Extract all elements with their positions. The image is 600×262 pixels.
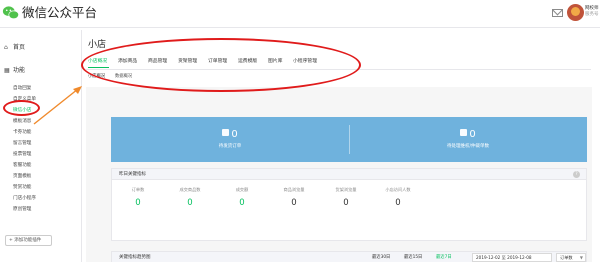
sidebar-item-home[interactable]: ⌂ 首页: [4, 42, 25, 54]
kpi-label: 订单数: [131, 187, 145, 192]
kpi-shelf-views: 货架浏览量 0: [320, 187, 372, 208]
kpi-label: 货架浏览量: [335, 187, 357, 192]
stat-value: 0: [231, 129, 238, 140]
brand-title[interactable]: 微信公众平台: [22, 5, 97, 21]
sidebar-item-store-miniprogram[interactable]: 门店小程序: [13, 195, 36, 202]
sidebar-item-template-message[interactable]: 模板消息: [13, 118, 31, 125]
avatar[interactable]: [567, 4, 584, 21]
help-icon[interactable]: ?: [573, 171, 580, 178]
mail-icon[interactable]: [552, 9, 563, 17]
sidebar-item-coupons[interactable]: 卡券功能: [13, 129, 31, 136]
kpi-value: 0: [395, 198, 401, 208]
home-icon: ⌂: [4, 44, 8, 51]
kpi-title: 昨日关键指标: [119, 172, 146, 177]
annotation-arrow: [33, 86, 82, 125]
metric-select[interactable]: 订单数 ▼: [556, 253, 586, 262]
trend-panel: 关键指标趋势图 最近30日 最近15日 最近7日 2019-12-02 至 20…: [111, 251, 587, 262]
stat-pending-disputes[interactable]: 0 待处理维权/仲裁单数: [349, 117, 587, 162]
kpi-header: 昨日关键指标 ?: [112, 169, 586, 180]
stat-label: 待处理维权/仲裁单数: [446, 144, 489, 149]
kpi-value: 0: [239, 198, 245, 208]
range-7-days[interactable]: 最近7日: [436, 254, 452, 261]
shopping-bag-icon: [222, 129, 230, 136]
account-type: 服务号: [585, 12, 599, 17]
sidebar-item-votes[interactable]: 投票管理: [13, 151, 31, 158]
sidebar-section-features[interactable]: ▦ 功能: [4, 65, 25, 77]
sidebar-item-original[interactable]: 原创管理: [13, 206, 31, 213]
features-label: 功能: [13, 67, 26, 74]
stat-value: 0: [469, 129, 476, 140]
sidebar-item-page-template[interactable]: 页面模板: [13, 173, 31, 180]
sidebar-item-auto-reply[interactable]: 自动回复: [13, 85, 31, 92]
trend-title: 关键指标趋势图: [119, 255, 151, 260]
kpi-value: 0: [187, 198, 193, 208]
range-30-days[interactable]: 最近30日: [372, 254, 390, 261]
shopping-bag-icon: [460, 129, 468, 136]
kpi-value: 0: [343, 198, 349, 208]
annotation-oval-tabs: [81, 38, 361, 92]
chevron-down-icon: ▼: [579, 255, 583, 260]
trend-header: 关键指标趋势图 最近30日 最近15日 最近7日 2019-12-02 至 20…: [112, 252, 586, 262]
kpi-label: 成交额: [235, 187, 249, 192]
account-info[interactable]: 网校师 服务号: [585, 6, 599, 18]
sidebar-item-customer-service[interactable]: 客服功能: [13, 162, 31, 169]
grid-icon: ▦: [4, 67, 10, 74]
kpi-order-count: 订单数 0: [112, 187, 164, 208]
range-15-days[interactable]: 最近15日: [404, 254, 422, 261]
wechat-logo[interactable]: [2, 4, 20, 22]
stat-pending-shipment[interactable]: 0 待发货订单: [111, 117, 349, 162]
kpi-panel: 昨日关键指标 ? 订单数 0 成交商品数 0 成交额 0 商品浏览量 0 货架浏…: [111, 168, 587, 241]
date-range-picker[interactable]: 2019-12-02 至 2019-12-08: [472, 253, 552, 262]
kpi-revenue: 成交额 0: [216, 187, 268, 208]
home-label: 首页: [13, 44, 26, 51]
stats-banner: 0 待发货订单 0 待处理维权/仲裁单数: [111, 117, 587, 162]
kpi-store-visitors: 小店访问人数 0: [372, 187, 424, 208]
top-bar: 微信公众平台 网校师 服务号: [0, 0, 600, 28]
kpi-value: 0: [135, 198, 141, 208]
add-plugin-button[interactable]: + 添加功能插件: [5, 235, 52, 246]
kpi-label: 商品浏览量: [283, 187, 305, 192]
kpi-product-views: 商品浏览量 0: [268, 187, 320, 208]
stat-label: 待发货订单: [218, 144, 242, 149]
kpi-value: 0: [291, 198, 297, 208]
sidebar: ⌂ 首页 ▦ 功能 自动回复 自定义菜单 微信小店 模板消息 卡券功能 留言管理 投…: [0, 30, 82, 262]
metric-select-value: 订单数: [560, 255, 573, 260]
kpi-items-sold: 成交商品数 0: [164, 187, 216, 208]
sidebar-item-comments[interactable]: 留言管理: [13, 140, 31, 147]
sidebar-item-reward[interactable]: 赞赏功能: [13, 184, 31, 191]
kpi-label: 小店访问人数: [385, 187, 411, 192]
kpi-label: 成交商品数: [179, 187, 201, 192]
